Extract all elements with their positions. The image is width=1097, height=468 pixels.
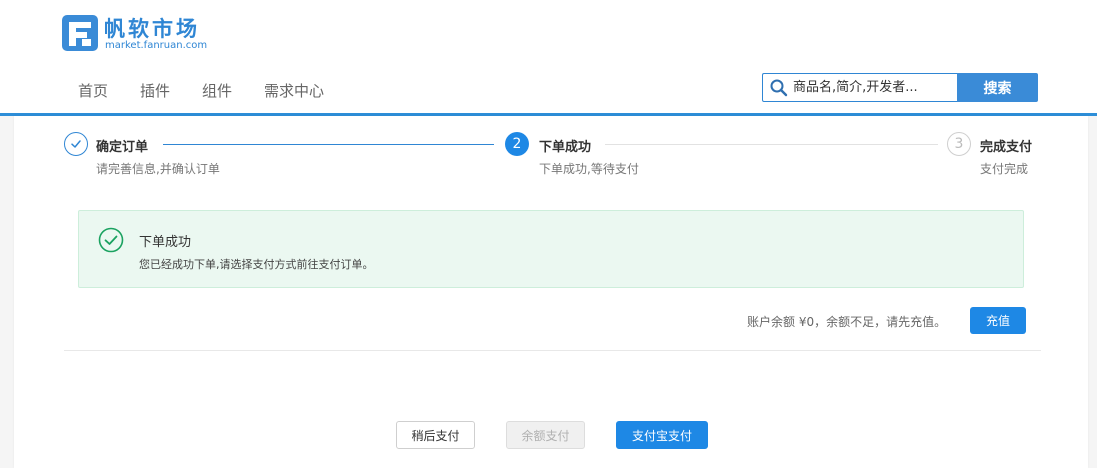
nav-item-home[interactable]: 首页 — [78, 80, 108, 101]
nav-item-demand-center[interactable]: 需求中心 — [264, 80, 324, 101]
search-button[interactable]: 搜索 — [957, 73, 1038, 102]
step-1-done-icon — [64, 132, 88, 156]
site-logo[interactable]: 帆软市场 market.fanruan.com — [60, 13, 220, 55]
success-message-text: 您已经成功下单,请选择支付方式前往支付订单。 — [139, 258, 374, 271]
balance-pay-button[interactable]: 余额支付 — [506, 421, 585, 449]
step-1-connector — [163, 144, 494, 145]
search-input[interactable] — [789, 75, 957, 100]
order-card: 确定订单 请完善信息,并确认订单 2 下单成功 下单成功,等待支付 3 完成支付… — [14, 116, 1088, 468]
section-divider — [64, 350, 1041, 351]
success-check-icon — [98, 227, 124, 253]
step-3-desc: 支付完成 — [980, 162, 1029, 176]
step-2-number: 2 — [505, 132, 529, 156]
pay-later-button[interactable]: 稍后支付 — [396, 421, 475, 449]
logo-subtitle: market.fanruan.com — [105, 40, 208, 51]
step-1-desc: 请完善信息,并确认订单 — [96, 162, 220, 176]
success-message-title: 下单成功 — [139, 235, 192, 250]
step-2-desc: 下单成功,等待支付 — [539, 162, 639, 176]
step-3-title: 完成支付 — [980, 140, 1033, 155]
alipay-pay-button[interactable]: 支付宝支付 — [616, 421, 708, 449]
recharge-button[interactable]: 充值 — [970, 307, 1026, 334]
step-3-number: 3 — [947, 132, 971, 156]
search-icon — [770, 79, 788, 96]
step-1-title: 确定订单 — [96, 140, 149, 155]
fanruan-logo-icon — [62, 15, 98, 51]
nav-item-components[interactable]: 组件 — [202, 80, 232, 101]
success-message: 下单成功 您已经成功下单,请选择支付方式前往支付订单。 — [78, 210, 1024, 288]
logo-title: 帆软市场 — [104, 17, 200, 41]
main-nav: 首页 插件 组件 需求中心 — [78, 80, 356, 101]
account-balance-text: 账户余额 ¥0，余额不足，请先充值。 — [747, 315, 947, 329]
site-header: 帆软市场 market.fanruan.com 首页 插件 组件 需求中心 搜索 — [0, 0, 1097, 113]
nav-item-plugins[interactable]: 插件 — [140, 80, 170, 101]
search-box — [762, 73, 957, 102]
step-2-title: 下单成功 — [539, 140, 592, 155]
search-bar: 搜索 — [762, 73, 1038, 102]
step-2-connector — [605, 144, 938, 145]
